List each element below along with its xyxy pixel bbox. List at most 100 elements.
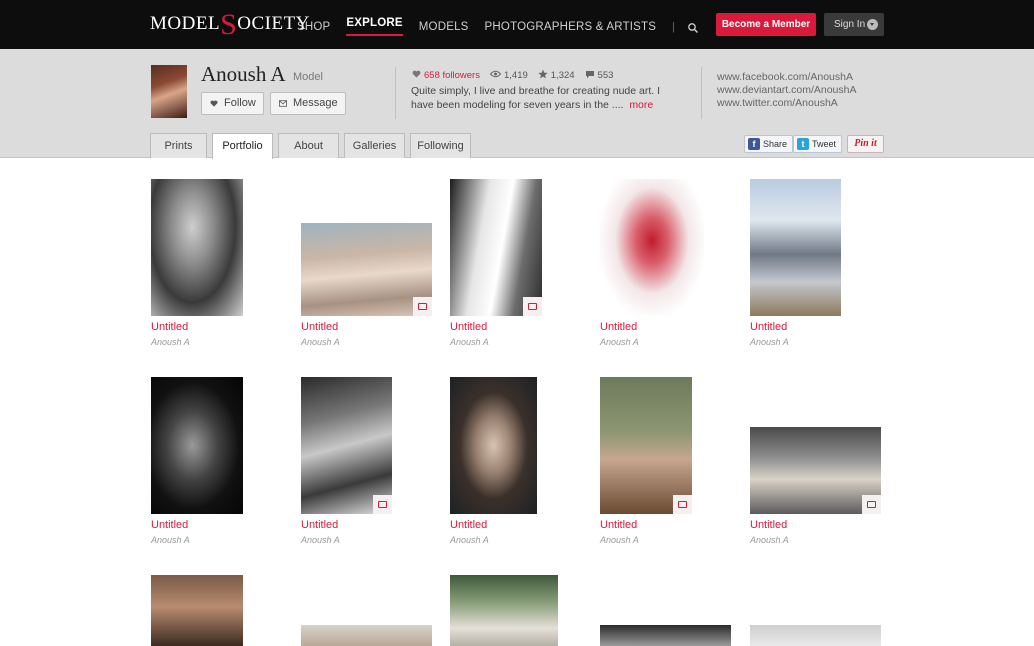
more-link[interactable]: more xyxy=(629,99,653,111)
follow-button[interactable]: Follow xyxy=(201,92,264,115)
item-author[interactable]: Anoush A xyxy=(600,337,639,347)
portfolio-thumbnail[interactable] xyxy=(151,377,243,514)
item-title[interactable]: Untitled xyxy=(600,519,637,531)
nav-shop[interactable]: SHOP xyxy=(297,21,330,33)
site-logo[interactable]: MODEL S OCIETY xyxy=(150,8,310,40)
item-title[interactable]: Untitled xyxy=(450,321,487,333)
portfolio-thumbnail[interactable] xyxy=(600,179,704,316)
tab-portfolio[interactable]: Portfolio xyxy=(212,133,273,159)
logo-s: S xyxy=(220,8,238,41)
portfolio-thumbnail[interactable] xyxy=(750,625,881,646)
comments-count: 553 xyxy=(585,70,614,82)
nav-separator: | xyxy=(672,20,676,33)
item-title[interactable]: Untitled xyxy=(151,321,188,333)
portfolio-thumbnail[interactable] xyxy=(301,377,392,514)
print-badge-icon xyxy=(862,495,881,514)
stars-text: 1,324 xyxy=(550,70,575,81)
portfolio-thumbnail[interactable] xyxy=(750,427,881,514)
pin-it-button[interactable]: Pin it xyxy=(847,135,884,153)
portfolio-thumbnail[interactable] xyxy=(450,377,537,514)
portfolio-thumbnail[interactable] xyxy=(301,223,432,316)
print-badge-icon xyxy=(373,495,392,514)
item-title[interactable]: Untitled xyxy=(301,519,338,531)
message-button[interactable]: Message xyxy=(270,92,346,115)
heart-icon xyxy=(210,100,218,107)
portfolio-thumbnail[interactable] xyxy=(600,625,731,646)
star-icon xyxy=(538,69,548,82)
search-icon[interactable] xyxy=(687,21,699,33)
bio-line-2: have been modeling for seven years in th… xyxy=(411,98,686,112)
top-navigation-bar: MODEL S OCIETY SHOP EXPLORE MODELS PHOTOGR… xyxy=(0,0,1034,49)
comments-text: 553 xyxy=(597,70,614,81)
item-title[interactable]: Untitled xyxy=(301,321,338,333)
logo-text-left: MODEL xyxy=(150,13,221,34)
become-member-button[interactable]: Become a Member xyxy=(716,13,816,36)
social-links: www.facebook.com/AnoushA www.deviantart.… xyxy=(717,71,856,110)
item-author[interactable]: Anoush A xyxy=(301,337,340,347)
followers-text: 658 followers xyxy=(424,70,480,81)
message-label: Message xyxy=(293,97,338,109)
print-badge-icon xyxy=(673,495,692,514)
portfolio-thumbnail[interactable] xyxy=(450,179,542,316)
profile-name: Anoush A xyxy=(201,62,286,86)
portfolio-thumbnail[interactable] xyxy=(151,575,243,646)
nav-models[interactable]: MODELS xyxy=(419,21,469,33)
nav-photographers-artists[interactable]: PHOTOGRAPHERS & ARTISTS xyxy=(485,21,657,33)
item-title[interactable]: Untitled xyxy=(750,321,787,333)
eye-icon xyxy=(489,70,502,81)
views-count: 1,419 xyxy=(489,70,528,81)
tab-about[interactable]: About xyxy=(278,133,339,158)
stars-count: 1,324 xyxy=(538,69,575,82)
profile-stats: 658 followers 1,419 1,324 553 xyxy=(412,69,623,82)
facebook-icon: f xyxy=(748,138,760,150)
tweet-button[interactable]: t Tweet xyxy=(793,135,843,153)
portfolio-thumbnail[interactable] xyxy=(600,377,692,514)
main-nav: SHOP EXPLORE MODELS PHOTOGRAPHERS & ARTI… xyxy=(297,17,699,36)
portfolio-thumbnail[interactable] xyxy=(151,179,243,316)
profile-role: Model xyxy=(293,71,323,83)
item-title[interactable]: Untitled xyxy=(600,321,637,333)
print-badge-icon xyxy=(413,297,432,316)
divider xyxy=(701,67,702,119)
item-author[interactable]: Anoush A xyxy=(301,535,340,545)
item-author[interactable]: Anoush A xyxy=(600,535,639,545)
followers-count[interactable]: 658 followers xyxy=(412,70,480,81)
item-author[interactable]: Anoush A xyxy=(450,535,489,545)
envelope-icon xyxy=(279,100,287,107)
portfolio-thumbnail[interactable] xyxy=(750,179,841,316)
portfolio-grid: Untitled Anoush A Untitled Anoush A Unti… xyxy=(0,158,1034,646)
item-title[interactable]: Untitled xyxy=(450,519,487,531)
item-author[interactable]: Anoush A xyxy=(750,337,789,347)
divider xyxy=(395,67,396,119)
avatar[interactable] xyxy=(151,65,187,118)
nav-explore[interactable]: EXPLORE xyxy=(346,17,403,36)
twitter-icon: t xyxy=(797,138,809,150)
item-author[interactable]: Anoush A xyxy=(151,337,190,347)
comment-icon xyxy=(585,70,595,82)
item-author[interactable]: Anoush A xyxy=(151,535,190,545)
bio-line-1: Quite simply, I live and breathe for cre… xyxy=(411,85,661,97)
sign-in-label: Sign In xyxy=(834,19,866,30)
tab-following[interactable]: Following xyxy=(410,133,471,158)
follow-label: Follow xyxy=(224,97,256,109)
print-badge-icon xyxy=(523,297,542,316)
portfolio-thumbnail[interactable] xyxy=(450,575,558,646)
profile-bio: Quite simply, I live and breathe for cre… xyxy=(411,84,686,112)
item-author[interactable]: Anoush A xyxy=(750,535,789,545)
item-title[interactable]: Untitled xyxy=(151,519,188,531)
item-title[interactable]: Untitled xyxy=(750,519,787,531)
twitter-link[interactable]: www.twitter.com/AnoushA xyxy=(717,97,856,110)
heart-icon xyxy=(412,70,421,81)
sign-in-button[interactable]: Sign In xyxy=(824,13,884,36)
facebook-link[interactable]: www.facebook.com/AnoushA xyxy=(717,71,856,84)
profile-tabs: Prints Portfolio About Galleries Followi… xyxy=(150,133,476,159)
tab-prints[interactable]: Prints xyxy=(150,133,207,158)
tweet-label: Tweet xyxy=(812,139,837,149)
deviantart-link[interactable]: www.deviantart.com/AnoushA xyxy=(717,84,856,97)
portfolio-thumbnail[interactable] xyxy=(301,625,432,646)
chevron-down-icon xyxy=(867,19,878,30)
tab-galleries[interactable]: Galleries xyxy=(344,133,405,158)
item-author[interactable]: Anoush A xyxy=(450,337,489,347)
facebook-share-button[interactable]: f Share xyxy=(744,135,794,153)
bio-line-2-text: have been modeling for seven years in th… xyxy=(411,99,624,111)
